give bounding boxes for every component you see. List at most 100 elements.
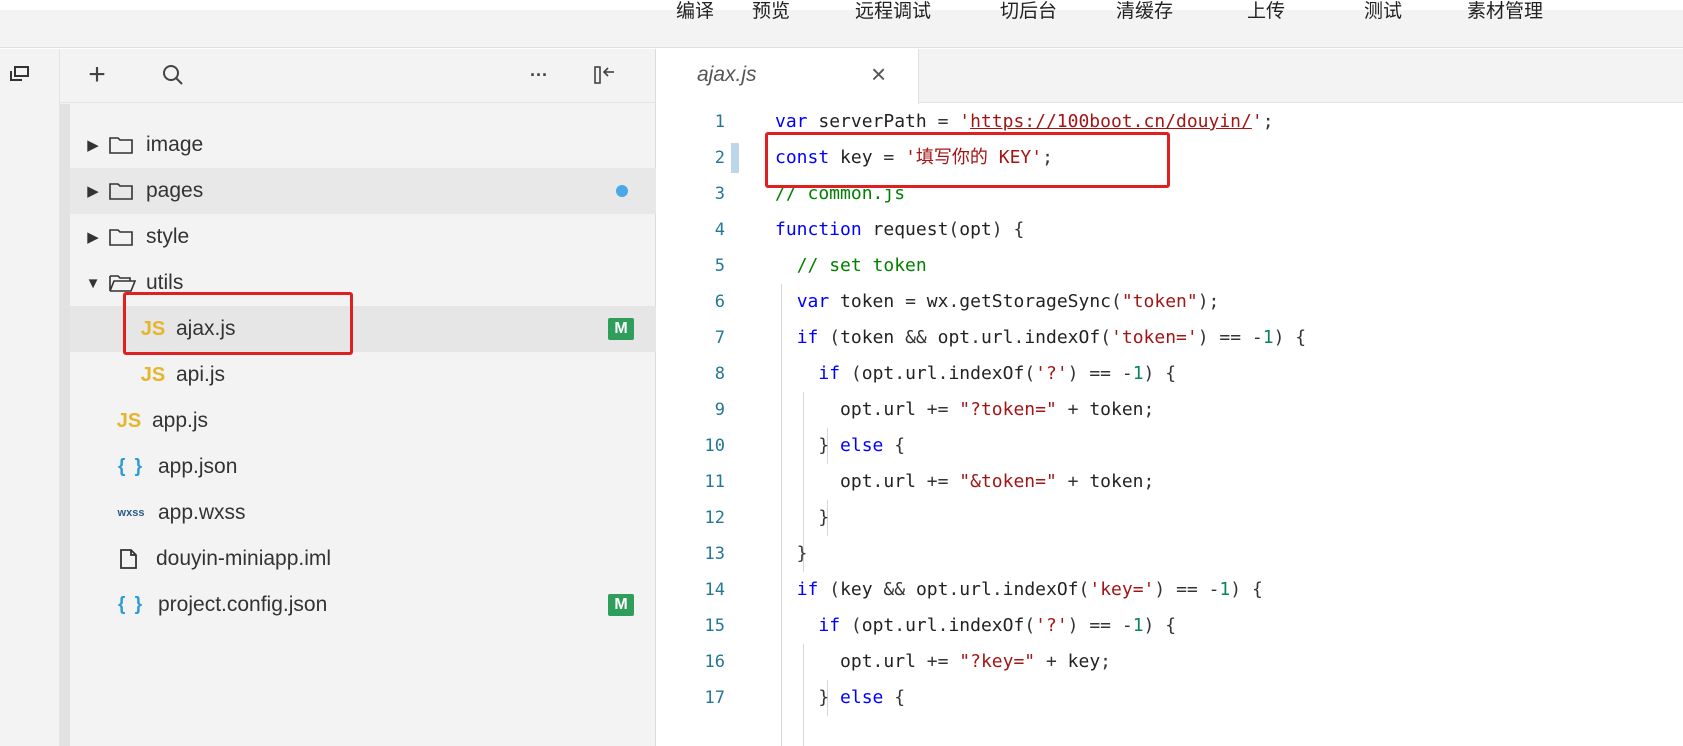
toolbar-clear-cache-button[interactable]: 清缓存 <box>1116 0 1173 23</box>
tree-folder-style[interactable]: ▶ style <box>70 214 656 260</box>
tree-label: project.config.json <box>158 593 328 616</box>
code-line: 11 opt.url += "&token=" + token; <box>657 464 1683 500</box>
tree-label: pages <box>146 179 204 202</box>
line-source: // set token <box>796 255 927 276</box>
folder-open-icon <box>109 275 137 292</box>
folder-icon <box>109 229 133 246</box>
code-line: 15 if (opt.url.indexOf('?') == -1) { <box>657 608 1683 644</box>
tree-label: style <box>146 225 190 248</box>
line-number: 8 <box>714 364 725 384</box>
code-line: 4 function request(opt) { <box>657 212 1683 248</box>
tree-label: image <box>146 133 204 156</box>
line-number: 2 <box>714 148 725 168</box>
line-number: 6 <box>714 292 725 312</box>
line-source: opt.url += "?token=" + token; <box>840 399 1155 420</box>
caret-down-icon: ▼ <box>85 274 101 292</box>
line-source: var token = wx.getStorageSync("token"); <box>796 291 1220 312</box>
plus-icon: + <box>88 58 106 91</box>
toolbar-preview-button[interactable]: 预览 <box>752 0 790 23</box>
folder-icon <box>109 183 133 200</box>
json-file-icon: { } <box>117 456 145 477</box>
tree-file-project-config-json[interactable]: { } project.config.json M <box>70 582 656 628</box>
code-line: 9 opt.url += "?token=" + token; <box>657 392 1683 428</box>
highlight-box-ajax-file <box>123 292 353 355</box>
code-line: 5 // set token <box>657 248 1683 284</box>
search-button[interactable] <box>156 59 190 91</box>
line-source: function request(opt) { <box>775 219 1025 240</box>
line-source: opt.url += "?key=" + key; <box>840 651 1111 672</box>
code-line: 16 opt.url += "?key=" + key; <box>657 644 1683 680</box>
toolbar-top-edge <box>0 0 1683 10</box>
editor-tab-bar: ajax.js × <box>657 49 1683 104</box>
line-source: opt.url += "&token=" + token; <box>840 471 1155 492</box>
close-icon[interactable]: × <box>871 59 886 90</box>
line-number: 16 <box>704 652 725 672</box>
add-file-button[interactable]: + <box>80 58 114 91</box>
line-number: 15 <box>704 616 725 636</box>
line-source: if (token && opt.url.indexOf('token=') =… <box>796 327 1307 348</box>
tree-file-douyin-miniapp-iml[interactable]: douyin-miniapp.iml <box>70 536 656 582</box>
tree-label: app.json <box>158 455 238 478</box>
wxss-file-icon: wxss <box>117 507 145 519</box>
tree-file-app-json[interactable]: { } app.json <box>70 444 656 490</box>
ellipsis-icon: ··· <box>530 64 548 85</box>
modified-badge: M <box>608 318 634 340</box>
js-file-icon: JS <box>140 363 166 386</box>
line-number: 3 <box>714 184 725 204</box>
collapse-panel-button[interactable] <box>588 59 622 91</box>
code-area[interactable]: 1 var serverPath = 'https://100boot.cn/d… <box>657 104 1683 746</box>
line-number: 12 <box>704 508 725 528</box>
tab-title: ajax.js <box>697 63 757 86</box>
collapse-left-icon <box>594 66 614 84</box>
toolbar-remote-debug-button[interactable]: 远程调试 <box>855 0 931 23</box>
tab-ajax-js[interactable]: ajax.js × <box>657 49 919 104</box>
toolbar-background-button[interactable]: 切后台 <box>1000 0 1057 23</box>
line-number: 13 <box>704 544 725 564</box>
file-icon <box>120 549 137 569</box>
line-number: 14 <box>704 580 725 600</box>
code-line: 6 var token = wx.getStorageSync("token")… <box>657 284 1683 320</box>
more-actions-button[interactable]: ··· <box>524 59 554 91</box>
line-number: 10 <box>704 436 725 456</box>
line-number: 9 <box>714 400 725 420</box>
tree-file-app-js[interactable]: JS app.js <box>70 398 656 444</box>
folder-icon <box>109 137 133 154</box>
code-line: 12 } <box>657 500 1683 536</box>
code-line: 10 } else { <box>657 428 1683 464</box>
search-icon <box>163 65 183 85</box>
line-source: } <box>775 543 808 564</box>
code-line: 14 if (key && opt.url.indexOf('key=') ==… <box>657 572 1683 608</box>
code-line: 13 } <box>657 536 1683 572</box>
tree-file-api-js[interactable]: JS api.js <box>70 352 656 398</box>
modified-line-marker <box>731 143 739 173</box>
line-number: 1 <box>714 112 725 132</box>
toolbar-assets-button[interactable]: 素材管理 <box>1467 0 1543 23</box>
json-file-icon: { } <box>117 594 145 615</box>
tree-label: api.js <box>176 363 226 386</box>
caret-right-icon: ▶ <box>87 137 99 154</box>
explorer-scrollbar[interactable] <box>60 104 70 746</box>
caret-right-icon: ▶ <box>87 183 99 200</box>
tree-file-app-wxss[interactable]: wxss app.wxss <box>70 490 656 536</box>
activity-bar <box>0 49 60 746</box>
line-number: 4 <box>714 220 725 240</box>
explorer-toolbar: + ··· <box>60 49 656 103</box>
js-file-icon: JS <box>116 409 142 432</box>
tree-folder-pages[interactable]: ▶ pages <box>70 168 656 214</box>
panel-toggle-icon[interactable] <box>10 66 30 82</box>
tree-label: app.wxss <box>158 501 246 524</box>
highlight-box-key-line <box>765 132 1170 188</box>
code-line: 17 } else { <box>657 680 1683 716</box>
toolbar-upload-button[interactable]: 上传 <box>1247 0 1285 23</box>
code-line: 8 if (opt.url.indexOf('?') == -1) { <box>657 356 1683 392</box>
tree-folder-image[interactable]: ▶ image <box>70 122 656 168</box>
top-toolbar: 编译 预览 远程调试 切后台 清缓存 上传 测试 素材管理 <box>0 0 1683 48</box>
toolbar-compile-button[interactable]: 编译 <box>676 0 714 23</box>
line-source: if (opt.url.indexOf('?') == -1) { <box>818 363 1177 384</box>
caret-right-icon: ▶ <box>87 229 99 246</box>
line-number: 5 <box>714 256 725 276</box>
toolbar-test-button[interactable]: 测试 <box>1364 0 1402 23</box>
file-explorer: + ··· ▶ image ▶ pages ▶ style ▼ utils JS… <box>60 49 656 746</box>
line-source: if (key && opt.url.indexOf('key=') == -1… <box>796 579 1263 600</box>
line-source: } <box>775 507 830 528</box>
